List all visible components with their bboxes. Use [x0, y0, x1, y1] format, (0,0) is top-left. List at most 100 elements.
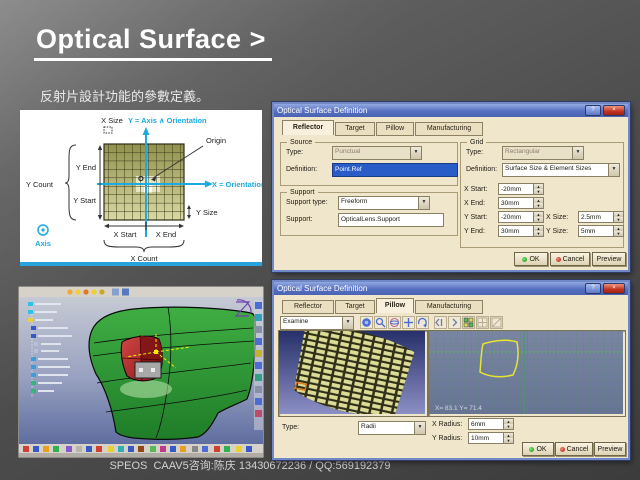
tab-target[interactable]: Target [335, 300, 375, 314]
grid-viewport[interactable]: X= 83.1 Y= 71.4 [428, 330, 626, 417]
spin-down-icon[interactable]: ▼ [534, 217, 543, 222]
grid-disabled-icon [490, 316, 503, 329]
preview-button[interactable]: Preview [592, 252, 626, 266]
help-button[interactable]: ? [585, 283, 601, 294]
page-title: Optical Surface > [34, 24, 272, 61]
x-radius-spinner[interactable]: 6mm ▲▼ [468, 418, 514, 430]
sample-grid [104, 144, 184, 220]
ok-button[interactable]: OK [514, 252, 548, 266]
support-type-label: Support type: [286, 198, 328, 207]
type-dropdown[interactable]: Radii ▼ [358, 421, 426, 435]
grid-definition-label: Definition: [466, 165, 497, 174]
dropdown-arrow-icon[interactable]: ▼ [342, 317, 353, 329]
y-start-label: Y Start: [464, 213, 487, 222]
next-view-icon[interactable] [448, 316, 461, 329]
x-radius-label: X Radius: [432, 420, 462, 429]
pan-icon[interactable] [402, 316, 415, 329]
preview-button[interactable]: Preview [594, 442, 626, 456]
dropdown-arrow-icon[interactable]: ▼ [572, 147, 583, 159]
tab-target[interactable]: Target [335, 122, 375, 136]
close-button[interactable]: × [603, 105, 625, 116]
dropdown-arrow-icon[interactable]: ▼ [414, 422, 425, 434]
cursor-coordinates: X= 83.1 Y= 71.4 [435, 405, 482, 412]
view-settings-icon[interactable] [360, 316, 373, 329]
support-label: Support: [286, 215, 312, 224]
tab-reflector[interactable]: Reflector [282, 300, 334, 314]
spin-down-icon[interactable]: ▼ [614, 217, 623, 222]
y-orientation-label: Y = Axis ∧ Orientation [128, 116, 207, 125]
source-definition-field[interactable]: Point.Ref [332, 163, 458, 177]
catia-top-toolbar[interactable] [19, 287, 263, 297]
support-field[interactable]: OpticalLens.Support [338, 213, 444, 227]
spin-down-icon[interactable]: ▼ [614, 231, 623, 236]
dropdown-arrow-icon[interactable]: ▼ [608, 164, 619, 176]
cancel-button[interactable]: Cancel [550, 252, 590, 266]
y-start-label: Y Start [73, 196, 97, 205]
ok-button[interactable]: OK [522, 442, 554, 456]
x-start-spinner[interactable]: -20mm ▲▼ [498, 183, 544, 195]
tab-pillow[interactable]: Pillow [376, 298, 414, 313]
help-button[interactable]: ? [585, 105, 601, 116]
reflector-dialog-titlebar[interactable]: Optical Surface Definition ? × [274, 104, 628, 117]
grid-disabled-icon [476, 316, 489, 329]
view-mode-dropdown[interactable]: Examine ▼ [280, 316, 354, 330]
x-orientation-label: X = Orientation [212, 180, 262, 189]
catia-bottom-toolbar[interactable] [19, 444, 263, 453]
dropdown-arrow-icon[interactable]: ▼ [410, 147, 421, 159]
multi-view-icon[interactable] [462, 316, 475, 329]
source-type-dropdown[interactable]: Punctual ▼ [332, 146, 422, 160]
support-type-dropdown[interactable]: Freeform ▼ [338, 196, 430, 210]
spin-down-icon[interactable]: ▼ [534, 189, 543, 194]
pillow-dialog-titlebar[interactable]: Optical Surface Definition ? × [274, 282, 628, 295]
type-label: Type: [282, 423, 299, 432]
grid-type-label: Type: [466, 148, 483, 157]
fit-all-icon[interactable] [434, 316, 447, 329]
x-size-spinner[interactable]: 2.5mm ▲▼ [578, 211, 624, 223]
y-size-label: Y Size: [546, 227, 568, 236]
close-button[interactable]: × [603, 283, 625, 294]
spin-down-icon[interactable]: ▼ [504, 438, 513, 443]
catia-window [18, 286, 264, 458]
ok-icon [522, 257, 527, 262]
tab-manufacturing[interactable]: Manufacturing [415, 122, 483, 136]
origin-label: Origin [206, 136, 226, 145]
catia-screenshot [18, 286, 264, 458]
tab-reflector[interactable]: Reflector [282, 120, 334, 135]
x-start-label: X Start [114, 230, 138, 239]
axis-label: Axis [35, 239, 51, 248]
tab-pillow[interactable]: Pillow [376, 122, 414, 136]
spin-down-icon[interactable]: ▼ [504, 424, 513, 429]
y-start-spinner[interactable]: -20mm ▲▼ [498, 211, 544, 223]
y-end-label: Y End [76, 163, 96, 172]
tab-manufacturing[interactable]: Manufacturing [415, 300, 483, 314]
origin-marker [154, 350, 158, 354]
y-count-label: Y Count [26, 180, 54, 189]
cancel-icon [560, 447, 565, 452]
cancel-button[interactable]: Cancel [555, 442, 593, 456]
rotate-icon[interactable] [416, 316, 429, 329]
y-radius-spinner[interactable]: 10mm ▲▼ [468, 432, 514, 444]
spin-down-icon[interactable]: ▼ [534, 203, 543, 208]
mesh-viewport[interactable] [278, 330, 428, 417]
zoom-icon[interactable] [374, 316, 387, 329]
x-end-label: X End: [464, 199, 485, 208]
dialog-title: Optical Surface Definition [277, 106, 583, 115]
spin-down-icon[interactable]: ▼ [534, 231, 543, 236]
y-end-spinner[interactable]: 30mm ▲▼ [498, 225, 544, 237]
y-size-spinner[interactable]: 5mm ▲▼ [578, 225, 624, 237]
catia-right-toolbar[interactable] [254, 300, 263, 430]
surface-highlight [120, 380, 172, 398]
parameter-diagram-panel: X Size Origin Y End Y Start Y Count X St… [20, 110, 262, 266]
subtitle: 反射片設計功能的參數定義。 [40, 86, 209, 105]
x-count-label: X Count [130, 254, 158, 263]
ok-icon [529, 447, 534, 452]
dropdown-arrow-icon[interactable]: ▼ [418, 197, 429, 209]
origin-o-label: O [138, 174, 144, 183]
grid-type-dropdown[interactable]: Rectangular ▼ [502, 146, 584, 160]
pillow-dialog: Optical Surface Definition ? × Reflector… [272, 280, 630, 460]
x-end-spinner[interactable]: 30mm ▲▼ [498, 197, 544, 209]
grid-definition-dropdown[interactable]: Surface Size & Element Sizes ▼ [502, 163, 620, 177]
y-size-label: Y Size [196, 208, 218, 217]
x-size-label: X Size: [546, 213, 568, 222]
orbit-icon[interactable] [388, 316, 401, 329]
